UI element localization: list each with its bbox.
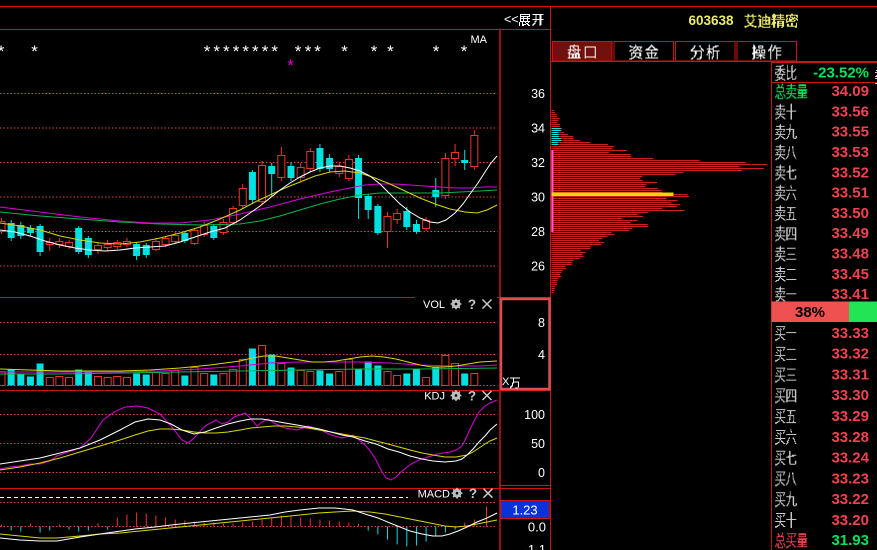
svg-text:*: * xyxy=(0,42,5,61)
svg-text:33.56: 33.56 xyxy=(831,103,869,120)
svg-text:34.09: 34.09 xyxy=(831,83,869,100)
svg-text:MA: MA xyxy=(471,34,488,46)
svg-text:-1.1: -1.1 xyxy=(524,542,546,550)
svg-text:*: * xyxy=(295,42,302,61)
svg-text:603638: 603638 xyxy=(689,13,735,28)
svg-text:*: * xyxy=(223,42,230,61)
svg-text:33.48: 33.48 xyxy=(831,246,869,263)
svg-text:28: 28 xyxy=(531,225,545,239)
svg-text:*: * xyxy=(287,56,294,75)
svg-text:33.50: 33.50 xyxy=(831,205,869,222)
svg-text:100: 100 xyxy=(524,408,545,422)
svg-text:33.33: 33.33 xyxy=(831,325,869,342)
svg-text:*: * xyxy=(213,42,220,61)
svg-text:KDJ: KDJ xyxy=(424,391,445,403)
svg-text:?: ? xyxy=(468,297,476,312)
svg-text:31.93: 31.93 xyxy=(831,532,869,549)
svg-text:33.41: 33.41 xyxy=(831,286,869,303)
svg-text:34: 34 xyxy=(531,121,545,135)
svg-text:8: 8 xyxy=(538,316,545,330)
svg-text:0: 0 xyxy=(538,466,545,480)
svg-text:?: ? xyxy=(468,389,476,404)
svg-text:*: * xyxy=(305,42,312,61)
svg-text:33.24: 33.24 xyxy=(831,450,869,467)
svg-text:33.52: 33.52 xyxy=(831,164,869,181)
svg-text:*: * xyxy=(371,42,378,61)
svg-text:38%: 38% xyxy=(795,304,825,321)
svg-text:VOL: VOL xyxy=(423,299,445,311)
svg-text:33.29: 33.29 xyxy=(831,408,869,425)
svg-text:26: 26 xyxy=(531,259,545,273)
svg-text:33.32: 33.32 xyxy=(831,346,869,363)
svg-text:*: * xyxy=(31,42,38,61)
svg-text:*: * xyxy=(262,42,269,61)
svg-text:1.23: 1.23 xyxy=(512,503,537,518)
svg-text:33.53: 33.53 xyxy=(831,144,869,161)
svg-text:33.31: 33.31 xyxy=(831,366,869,383)
svg-text:*: * xyxy=(242,42,249,61)
svg-text:33.30: 33.30 xyxy=(831,387,869,404)
svg-text:4: 4 xyxy=(538,348,545,362)
svg-text:*: * xyxy=(341,42,348,61)
svg-text:33.51: 33.51 xyxy=(831,185,869,202)
svg-text:33.45: 33.45 xyxy=(831,266,869,283)
svg-text:33.22: 33.22 xyxy=(831,491,869,508)
svg-text:*: * xyxy=(461,42,468,61)
svg-text:?: ? xyxy=(469,486,477,501)
svg-text:30: 30 xyxy=(531,190,545,204)
svg-text:33.23: 33.23 xyxy=(831,470,869,487)
svg-text:50: 50 xyxy=(531,437,545,451)
svg-text:-23.52%: -23.52% xyxy=(813,65,869,82)
svg-text:*: * xyxy=(271,42,278,61)
svg-text:33.28: 33.28 xyxy=(831,429,869,446)
svg-text:32: 32 xyxy=(531,156,545,170)
svg-text:33.55: 33.55 xyxy=(831,124,869,141)
svg-text:*: * xyxy=(233,42,240,61)
svg-text:0.0: 0.0 xyxy=(528,520,546,535)
svg-text:33.49: 33.49 xyxy=(831,225,869,242)
svg-text:*: * xyxy=(433,42,440,61)
svg-text:36: 36 xyxy=(531,87,545,101)
svg-text:<<: << xyxy=(504,13,519,27)
svg-text:*: * xyxy=(314,42,321,61)
svg-text:X: X xyxy=(502,376,510,388)
svg-text:MACD: MACD xyxy=(418,489,450,501)
svg-text:*: * xyxy=(204,42,211,61)
svg-text:*: * xyxy=(387,42,394,61)
svg-text:*: * xyxy=(252,42,259,61)
svg-text:33.20: 33.20 xyxy=(831,512,869,529)
